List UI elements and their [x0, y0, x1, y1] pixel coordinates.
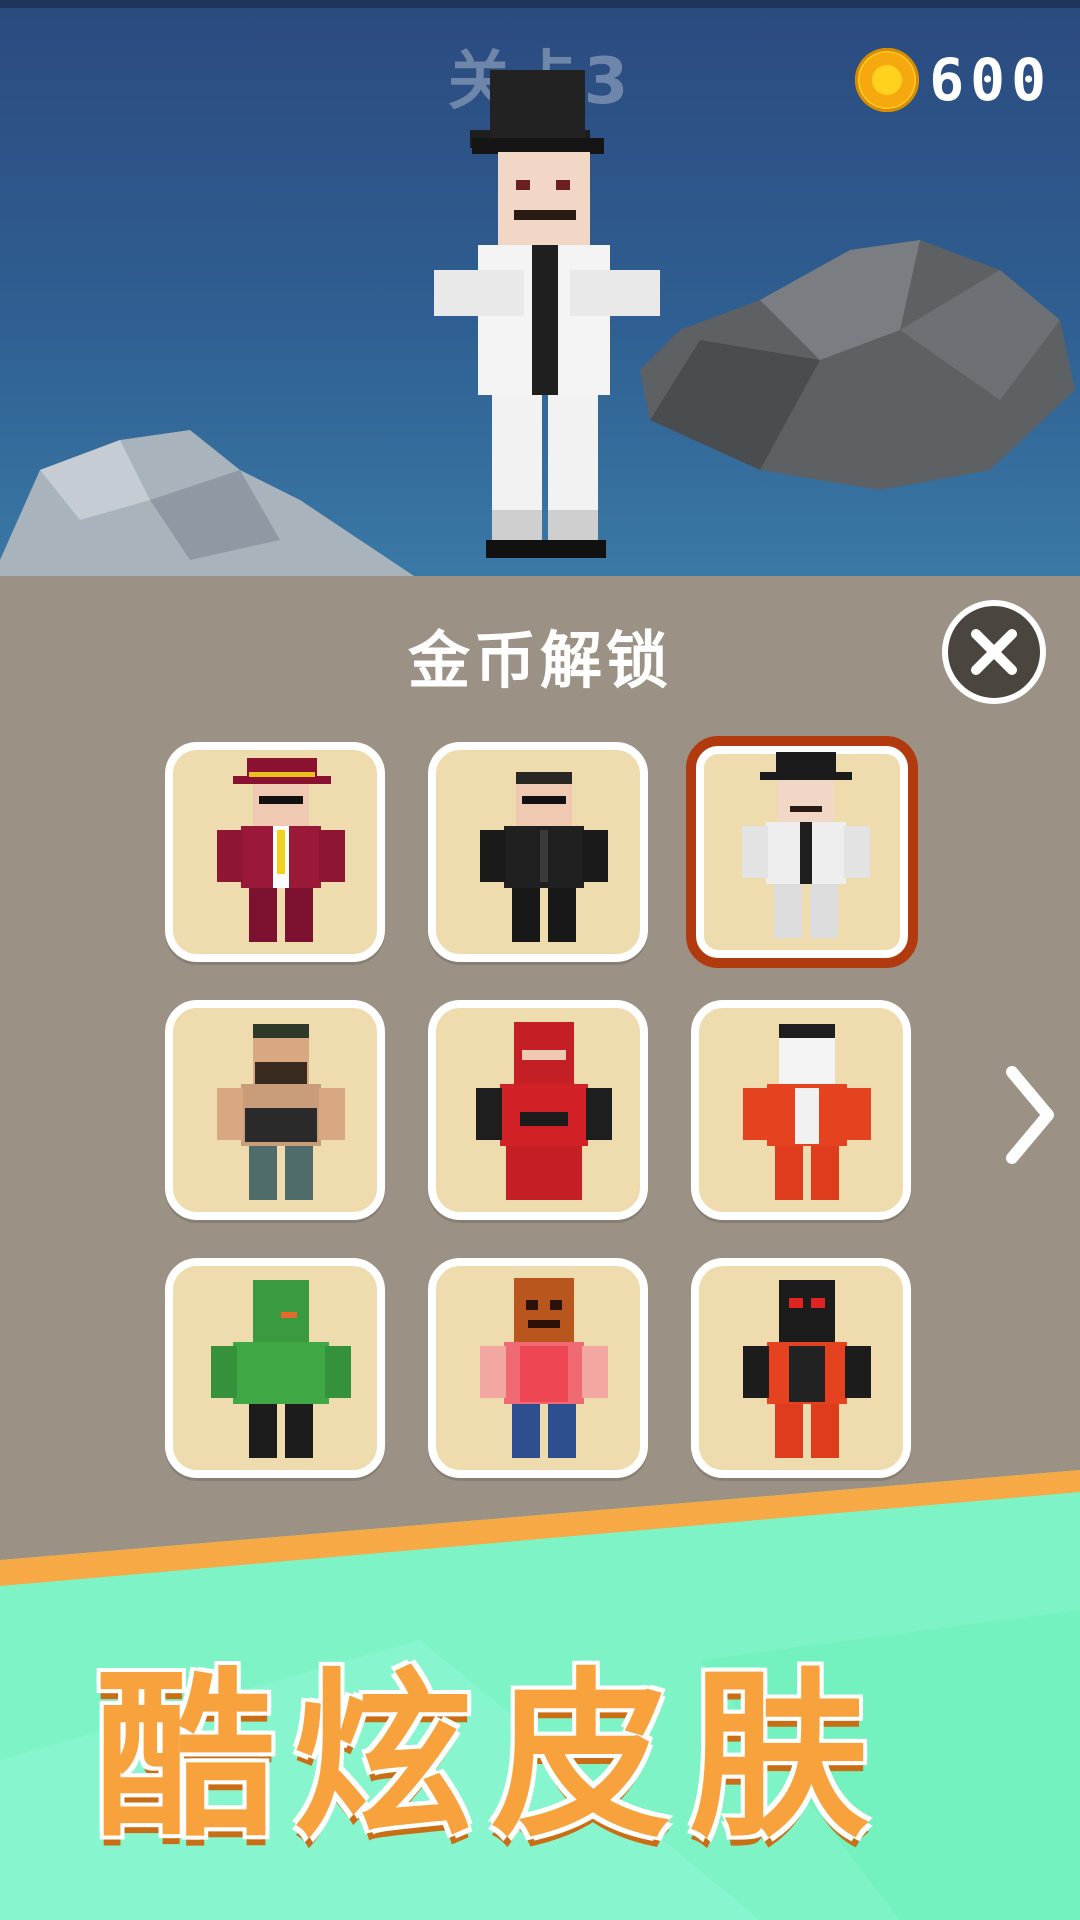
player-character: [434, 70, 660, 558]
skin-card-ninja-red[interactable]: [428, 1000, 648, 1220]
coin-counter: 600: [855, 45, 1052, 115]
skin-masked-orange-suit: [743, 1024, 871, 1200]
close-icon: [971, 629, 1017, 675]
skin-card-commando-vest[interactable]: [165, 1000, 385, 1220]
skin-card-pumpkin-head[interactable]: [428, 1258, 648, 1478]
skin-card-agent-black-suit[interactable]: [428, 742, 648, 962]
skin-card-masked-orange-suit[interactable]: [691, 1000, 911, 1220]
next-page-button[interactable]: [1000, 1060, 1060, 1170]
skin-card-gangster-red-suit[interactable]: [165, 742, 385, 962]
skin-commando-vest: [217, 1024, 345, 1200]
skin-card-gentleman-white-suit[interactable]: [686, 736, 918, 968]
promo-title: 酷炫皮肤: [95, 1653, 888, 1862]
skin-gangster-red-suit: [217, 758, 345, 942]
skin-skull-orange: [743, 1280, 871, 1458]
skin-zombie-green: [211, 1280, 351, 1458]
skin-pumpkin-head: [480, 1278, 608, 1458]
skin-card-skull-orange[interactable]: [691, 1258, 911, 1478]
skin-ninja-red: [476, 1022, 612, 1200]
game-scene: 关卡3 600: [0, 0, 1080, 580]
panel-title: 金币解锁: [407, 624, 672, 697]
chevron-right-icon: [1006, 1066, 1054, 1164]
skin-gentleman-white-suit: [742, 752, 870, 938]
skin-agent-black-suit: [480, 772, 608, 942]
coin-count: 600: [929, 46, 1052, 114]
coin-icon: [855, 48, 920, 112]
skin-card-zombie-green[interactable]: [165, 1258, 385, 1478]
close-button[interactable]: [942, 600, 1046, 704]
